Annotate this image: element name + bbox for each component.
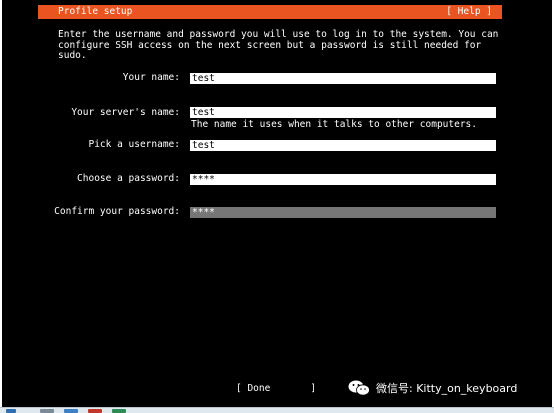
wechat-icon [348, 380, 370, 396]
confirm-password-label: Confirm your password: [54, 206, 180, 217]
your-name-input[interactable]: test [190, 73, 496, 84]
taskbar-app-icon[interactable] [64, 409, 78, 413]
wechat-watermark: 微信号: Kitty_on_keyboard [348, 378, 517, 398]
terminal-window: Profile setup [ Help ] Enter the usernam… [2, 0, 552, 407]
page-title: Profile setup [58, 6, 133, 17]
server-name-input[interactable]: test [190, 107, 496, 118]
intro-text: Enter the username and password you will… [58, 29, 505, 62]
password-input[interactable]: **** [190, 174, 496, 185]
done-button[interactable]: [ Done ] [236, 383, 316, 395]
username-input[interactable]: test [190, 140, 496, 151]
password-label: Choose a password: [77, 173, 180, 184]
watermark-text: 微信号: Kitty_on_keyboard [376, 382, 518, 395]
help-button[interactable]: [ Help ] [446, 6, 492, 18]
taskbar-app-icon[interactable] [88, 409, 102, 413]
server-name-hint: The name it uses when it talks to other … [191, 119, 477, 130]
start-icon[interactable] [6, 409, 16, 413]
username-label: Pick a username: [88, 139, 180, 150]
taskbar-app-icon[interactable] [40, 409, 54, 413]
confirm-password-input[interactable]: **** [190, 207, 496, 218]
taskbar-app-icon[interactable] [112, 409, 126, 413]
installer-screen: Profile setup [ Help ] Enter the usernam… [0, 0, 554, 413]
taskbar [0, 407, 554, 413]
your-name-label: Your name: [122, 72, 180, 83]
header-bar: Profile setup [ Help ] [38, 5, 502, 19]
server-name-label: Your server's name: [71, 107, 180, 118]
